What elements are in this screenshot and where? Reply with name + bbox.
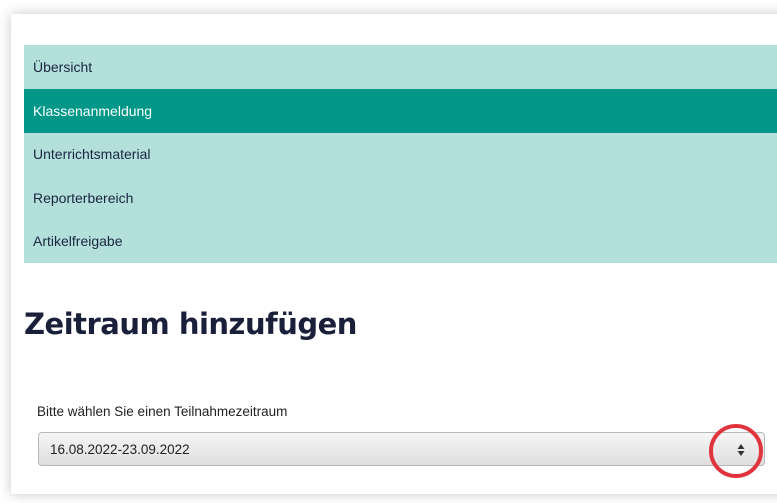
nav-item-klassenanmeldung[interactable]: Klassenanmeldung: [24, 89, 777, 133]
highlight-circle-annotation: [709, 424, 763, 478]
nav-item-uebersicht[interactable]: Übersicht: [24, 45, 777, 89]
browser-frame: Übersicht Klassenanmeldung Unterrichtsma…: [0, 0, 777, 503]
page-title: Zeitraum hinzufügen: [24, 307, 357, 341]
period-select-label: Bitte wählen Sie einen Teilnahmezeitraum: [37, 404, 288, 419]
nav-item-label: Reporterbereich: [33, 190, 134, 206]
period-select[interactable]: 16.08.2022-23.09.2022: [38, 432, 765, 466]
main-navigation: Übersicht Klassenanmeldung Unterrichtsma…: [24, 45, 777, 263]
period-select-value: 16.08.2022-23.09.2022: [50, 441, 190, 457]
nav-item-label: Klassenanmeldung: [33, 103, 153, 119]
nav-item-reporterbereich[interactable]: Reporterbereich: [24, 176, 777, 220]
nav-item-unterrichtsmaterial[interactable]: Unterrichtsmaterial: [24, 132, 777, 176]
nav-item-label: Unterrichtsmaterial: [33, 146, 151, 162]
nav-item-label: Übersicht: [33, 59, 93, 75]
nav-item-label: Artikelfreigabe: [33, 233, 123, 249]
nav-item-artikelfreigabe[interactable]: Artikelfreigabe: [24, 219, 777, 263]
